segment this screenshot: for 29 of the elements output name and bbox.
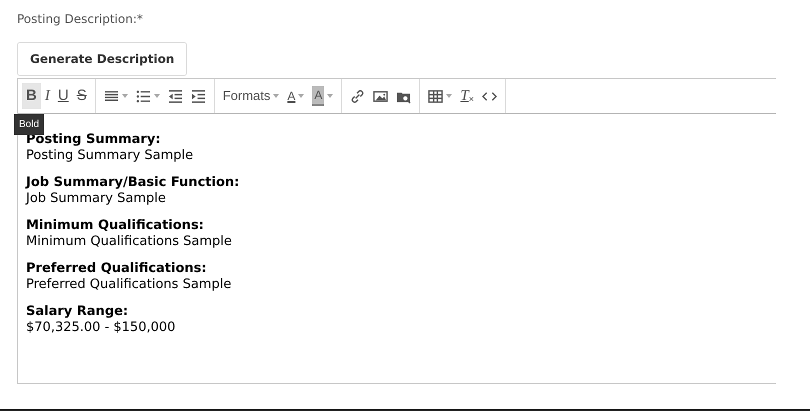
section-text: Posting Summary Sample: [26, 148, 194, 164]
text-color-button[interactable]: A: [283, 83, 308, 109]
section-heading: Minimum Qualifications:: [26, 218, 205, 234]
table-icon: [428, 88, 444, 104]
section-text: Job Summary Sample: [26, 191, 167, 207]
section-heading: Posting Summary:: [26, 132, 162, 148]
section-heading: Salary Range:: [26, 304, 130, 320]
clear-formatting-button[interactable]: T×: [456, 83, 478, 109]
section-heading: Job Summary/Basic Function:: [26, 175, 240, 191]
section-text: $70,325.00 - $150,000: [26, 320, 176, 336]
underline-button[interactable]: U: [54, 83, 73, 109]
outdent-icon: [168, 88, 183, 104]
tooltip: Bold: [14, 114, 44, 135]
indent-icon: [190, 88, 206, 104]
section-text: Minimum Qualifications Sample: [26, 234, 233, 250]
section-text: Preferred Qualifications Sample: [26, 277, 232, 293]
editor[interactable]: [17, 78, 776, 384]
bold-button[interactable]: B: [22, 83, 41, 109]
formats-dropdown[interactable]: Formats: [218, 83, 284, 109]
link-icon: [350, 88, 366, 104]
bulleted-list-icon: [136, 88, 151, 104]
field-label: Posting Description:*: [17, 11, 144, 28]
section-heading: Preferred Qualifications:: [26, 261, 208, 277]
strikethrough-button[interactable]: S: [72, 83, 91, 109]
italic-button[interactable]: I: [40, 83, 54, 109]
background-color-button[interactable]: A: [308, 83, 338, 109]
generate-description-button[interactable]: Generate Description: [17, 42, 188, 76]
align-icon: [104, 88, 119, 104]
image-icon: [373, 88, 388, 104]
